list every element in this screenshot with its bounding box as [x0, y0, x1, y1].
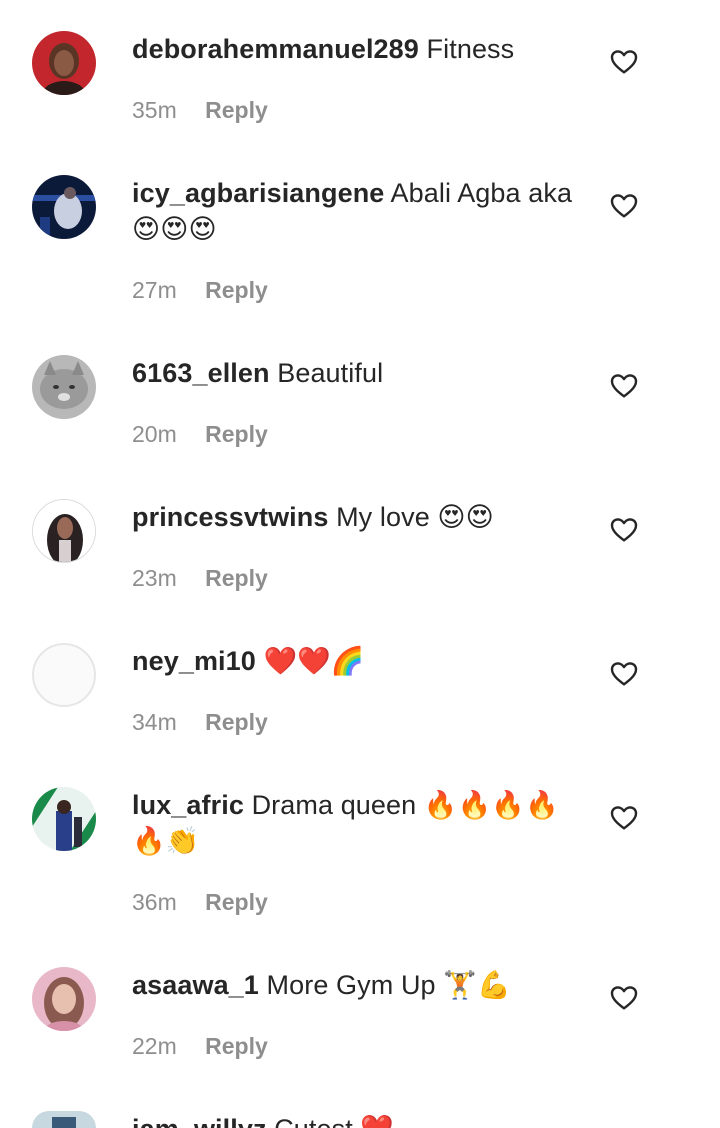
comment-username[interactable]: ney_mi10 [132, 646, 256, 676]
comment-timestamp: 34m [132, 709, 177, 735]
heart-icon[interactable] [608, 657, 640, 689]
comment-username[interactable]: deborahemmanuel289 [132, 34, 419, 64]
comment-body: princessvtwins My love 😍😍 [132, 499, 582, 535]
comment-meta: 35m Reply [132, 97, 268, 124]
comment-timestamp: 23m [132, 565, 177, 591]
heart-icon[interactable] [608, 45, 640, 77]
reply-button[interactable]: Reply [205, 1033, 268, 1059]
avatar[interactable] [32, 175, 96, 239]
heart-icon[interactable] [608, 513, 640, 545]
comment-meta: 23m Reply [132, 565, 268, 592]
comment-username[interactable]: princessvtwins [132, 502, 328, 532]
heart-icon[interactable] [608, 801, 640, 833]
avatar[interactable] [32, 31, 96, 95]
heart-icon[interactable] [608, 189, 640, 221]
comment-timestamp: 35m [132, 97, 177, 123]
comment-meta: 20m Reply [132, 421, 268, 448]
comment-username[interactable]: icy_agbarisiangene [132, 178, 384, 208]
comment-timestamp: 22m [132, 1033, 177, 1059]
comment-meta: 22m Reply [132, 1033, 268, 1060]
comment-text: ❤️❤️🌈 [263, 646, 365, 676]
comment-text: Fitness [426, 34, 515, 64]
comment-timestamp: 36m [132, 889, 177, 915]
comment-meta: 34m Reply [132, 709, 268, 736]
reply-button[interactable]: Reply [205, 889, 268, 915]
avatar[interactable] [32, 787, 96, 851]
comment-body: iam_willyz Cutest ❤️ [132, 1111, 582, 1128]
avatar[interactable] [32, 643, 96, 707]
comment-meta: 27m Reply [132, 277, 268, 304]
comment-username[interactable]: iam_willyz [132, 1114, 267, 1128]
comment-username[interactable]: asaawa_1 [132, 970, 259, 1000]
heart-icon[interactable] [608, 981, 640, 1013]
comment-username[interactable]: 6163_ellen [132, 358, 270, 388]
comment-body: deborahemmanuel289 Fitness [132, 31, 582, 67]
comment-body: icy_agbarisiangene Abali Agba aka 😍😍😍 [132, 175, 582, 247]
reply-button[interactable]: Reply [205, 277, 268, 303]
comment-timestamp: 20m [132, 421, 177, 447]
comment-body: 6163_ellen Beautiful [132, 355, 582, 391]
comment-text: My love 😍😍 [336, 502, 494, 532]
comment-body: ney_mi10 ❤️❤️🌈 [132, 643, 582, 679]
comment-timestamp: 27m [132, 277, 177, 303]
reply-button[interactable]: Reply [205, 97, 268, 123]
reply-button[interactable]: Reply [205, 709, 268, 735]
avatar[interactable] [32, 499, 96, 563]
comment-username[interactable]: lux_afric [132, 790, 244, 820]
comment-body: asaawa_1 More Gym Up 🏋️💪 [132, 967, 582, 1003]
comment-text: Cutest ❤️ [274, 1114, 394, 1128]
comment-text: Beautiful [277, 358, 384, 388]
comment-text: More Gym Up 🏋️💪 [266, 970, 511, 1000]
avatar[interactable] [32, 355, 96, 419]
comment-meta: 36m Reply [132, 889, 268, 916]
reply-button[interactable]: Reply [205, 565, 268, 591]
avatar[interactable] [32, 967, 96, 1031]
avatar[interactable] [32, 1111, 96, 1128]
heart-icon[interactable] [608, 369, 640, 401]
comment-body: lux_afric Drama queen 🔥🔥🔥🔥🔥👏 [132, 787, 582, 859]
reply-button[interactable]: Reply [205, 421, 268, 447]
